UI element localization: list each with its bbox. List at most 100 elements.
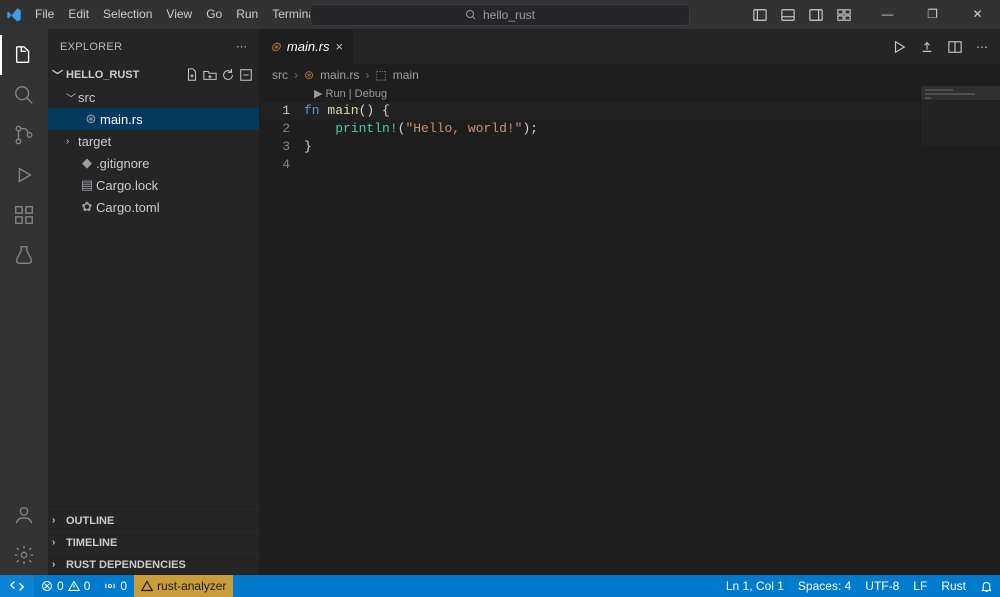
toml-file-icon: ✿ <box>78 199 96 215</box>
line-text: fn main() { <box>304 102 390 120</box>
menu-edit[interactable]: Edit <box>61 0 96 29</box>
customize-layout-icon[interactable] <box>837 8 865 22</box>
activity-settings[interactable] <box>0 535 48 575</box>
chevron-right-icon: › <box>365 68 369 82</box>
editor-area: ⊛ main.rs × ⋯ src › ⊛ main.rs › ⬚ main ▶… <box>260 29 1000 575</box>
command-center[interactable]: hello_rust <box>310 4 690 26</box>
eol-status[interactable]: LF <box>906 575 934 597</box>
more-icon[interactable]: ⋯ <box>976 40 988 54</box>
ports-indicator[interactable]: 0 <box>97 575 134 597</box>
code-line[interactable]: 4 <box>260 156 1000 174</box>
sidebar-more-icon[interactable]: ⋯ <box>236 40 247 53</box>
code-line[interactable]: 1fn main() { <box>260 102 1000 120</box>
new-file-icon[interactable] <box>185 68 199 82</box>
code-line[interactable]: 3} <box>260 138 1000 156</box>
rust-file-icon: ⊛ <box>270 39 281 55</box>
vscode-logo <box>0 7 28 23</box>
menu-selection[interactable]: Selection <box>96 0 159 29</box>
tree-file-cargo-toml[interactable]: ✿Cargo.toml <box>48 196 259 218</box>
problems-indicator[interactable]: 0 0 <box>34 575 97 597</box>
activity-search[interactable] <box>0 75 48 115</box>
folder-name: HELLO_RUST <box>66 69 139 81</box>
tab-main-rs[interactable]: ⊛ main.rs × <box>260 29 354 64</box>
menu-view[interactable]: View <box>159 0 199 29</box>
rust-file-icon: ⊛ <box>304 68 314 82</box>
line-number: 3 <box>260 138 304 156</box>
menu-file[interactable]: File <box>28 0 61 29</box>
cursor-position[interactable]: Ln 1, Col 1 <box>719 575 791 597</box>
line-number: 4 <box>260 156 304 174</box>
file-tree: ﹀src ⊛main.rs ›target ◆.gitignore ▤Cargo… <box>48 86 259 218</box>
notifications-icon[interactable] <box>973 575 1000 597</box>
refresh-icon[interactable] <box>221 68 235 82</box>
radio-icon <box>104 580 116 592</box>
section-timeline[interactable]: ›TIMELINE <box>48 531 259 553</box>
split-editor-icon[interactable] <box>948 40 962 54</box>
code-line[interactable]: 2 println!("Hello, world!"); <box>260 120 1000 138</box>
indentation-status[interactable]: Spaces: 4 <box>791 575 858 597</box>
new-folder-icon[interactable] <box>203 68 217 82</box>
window-close[interactable]: ✕ <box>955 0 1000 29</box>
line-number: 1 <box>260 102 304 120</box>
activity-account[interactable] <box>0 495 48 535</box>
rust-analyzer-label: rust-analyzer <box>157 579 226 593</box>
tree-file-gitignore[interactable]: ◆.gitignore <box>48 152 259 174</box>
symbol-function-icon: ⬚ <box>375 68 386 82</box>
tree-file-cargo-lock[interactable]: ▤Cargo.lock <box>48 174 259 196</box>
chevron-right-icon: › <box>294 68 298 82</box>
warning-icon <box>68 580 80 592</box>
window-maximize[interactable]: ❐ <box>910 0 955 29</box>
folder-header[interactable]: ﹀ HELLO_RUST <box>48 64 259 86</box>
breadcrumb-file[interactable]: main.rs <box>320 68 359 82</box>
menu-go[interactable]: Go <box>199 0 229 29</box>
code-editor[interactable]: 1fn main() {2 println!("Hello, world!");… <box>260 102 1000 174</box>
explorer-sidebar: EXPLORER ⋯ ﹀ HELLO_RUST ﹀src ⊛main.rs ›t… <box>48 29 260 575</box>
line-number: 2 <box>260 120 304 138</box>
gitignore-icon: ◆ <box>78 155 96 171</box>
activity-testing[interactable] <box>0 235 48 275</box>
run-icon[interactable] <box>892 40 906 54</box>
codelens-run-debug[interactable]: ▶ Run | Debug <box>260 86 1000 102</box>
window-minimize[interactable]: — <box>865 0 910 29</box>
minimap[interactable] <box>920 86 1000 146</box>
secondary-sidebar-toggle-icon[interactable] <box>809 8 837 22</box>
line-text: } <box>304 138 312 156</box>
rust-file-icon: ⊛ <box>82 111 100 127</box>
chevron-down-icon: ﹀ <box>52 67 66 83</box>
ports-count: 0 <box>120 579 127 593</box>
upload-icon[interactable] <box>920 40 934 54</box>
panel-toggle-icon[interactable] <box>781 8 809 22</box>
activity-run-debug[interactable] <box>0 155 48 195</box>
title-bar: File Edit Selection View Go Run Terminal… <box>0 0 1000 29</box>
error-icon <box>41 580 53 592</box>
chevron-right-icon: › <box>52 515 66 526</box>
breadcrumb[interactable]: src › ⊛ main.rs › ⬚ main <box>260 64 1000 86</box>
breadcrumb-src[interactable]: src <box>272 68 288 82</box>
warning-icon <box>141 580 153 592</box>
primary-sidebar-toggle-icon[interactable] <box>753 8 781 22</box>
tab-close-icon[interactable]: × <box>336 39 344 54</box>
encoding-status[interactable]: UTF-8 <box>858 575 906 597</box>
tree-file-main-rs[interactable]: ⊛main.rs <box>48 108 259 130</box>
chevron-right-icon: › <box>52 559 66 570</box>
editor-tabs: ⊛ main.rs × ⋯ <box>260 29 1000 64</box>
activity-extensions[interactable] <box>0 195 48 235</box>
menu-run[interactable]: Run <box>229 0 265 29</box>
section-rust-deps[interactable]: ›RUST DEPENDENCIES <box>48 553 259 575</box>
search-icon <box>465 9 477 21</box>
tab-label: main.rs <box>287 39 330 54</box>
remote-indicator[interactable] <box>0 575 34 597</box>
language-mode[interactable]: Rust <box>934 575 973 597</box>
rust-analyzer-status[interactable]: rust-analyzer <box>134 575 233 597</box>
breadcrumb-symbol[interactable]: main <box>393 68 419 82</box>
sidebar-title: EXPLORER <box>60 41 122 53</box>
chevron-down-icon: ﹀ <box>66 90 78 105</box>
section-outline[interactable]: ›OUTLINE <box>48 509 259 531</box>
activity-source-control[interactable] <box>0 115 48 155</box>
error-count: 0 <box>57 579 64 593</box>
lock-file-icon: ▤ <box>78 177 96 193</box>
tree-dir-src[interactable]: ﹀src <box>48 86 259 108</box>
collapse-icon[interactable] <box>239 68 253 82</box>
tree-dir-target[interactable]: ›target <box>48 130 259 152</box>
activity-explorer[interactable] <box>0 35 48 75</box>
